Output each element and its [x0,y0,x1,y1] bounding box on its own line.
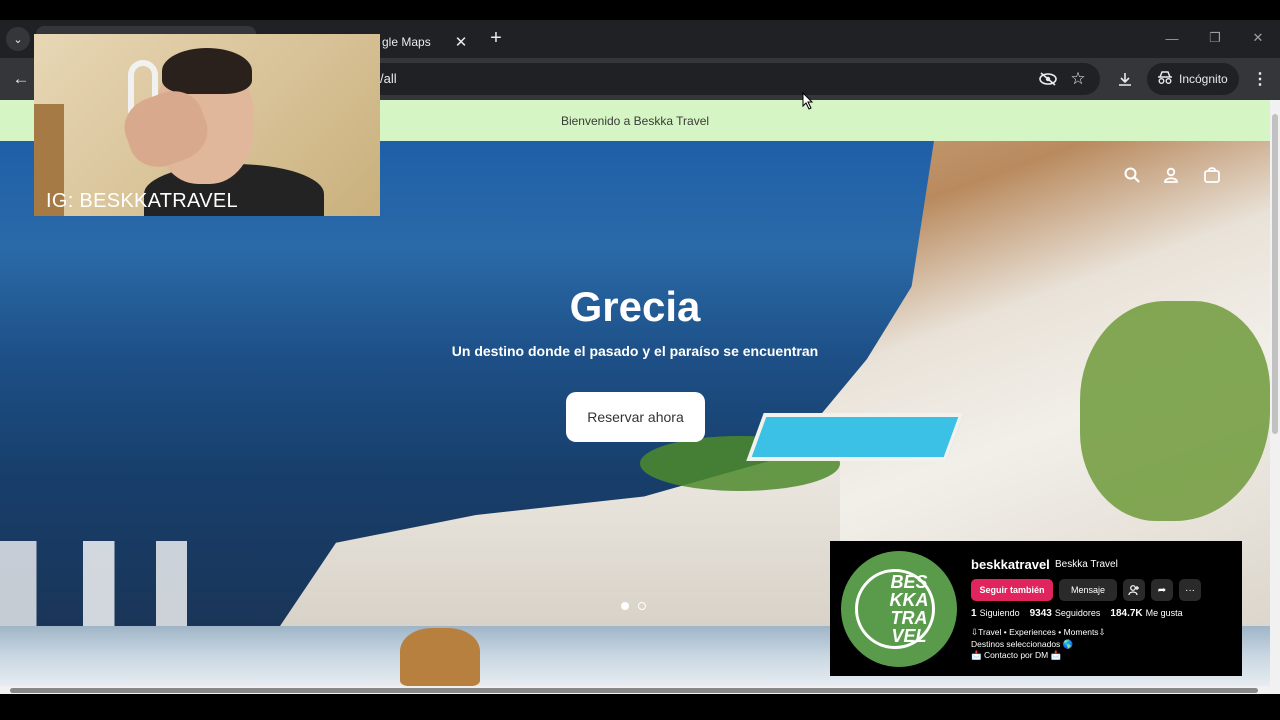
hero-tree-image [1080,301,1270,521]
horizontal-scroll-thumb[interactable] [10,688,1258,693]
carousel-dot-1[interactable] [621,602,629,610]
download-icon[interactable] [1114,68,1136,90]
tab-search-icon[interactable]: ⌄ [6,27,30,51]
giraffe-image [400,628,480,686]
more-vert-icon[interactable]: ⋮ [1250,68,1270,90]
message-button[interactable]: Mensaje [1059,579,1117,601]
eye-off-icon[interactable] [1037,68,1059,90]
add-user-icon[interactable] [1123,579,1145,601]
carousel-dot-2[interactable] [638,602,646,610]
book-now-button[interactable]: Reservar ahora [566,392,705,442]
share-icon[interactable]: ➦ [1151,579,1173,601]
profile-stats: 1 Siguiendo 9343 Seguidores 184.7K Me gusta [971,608,1183,619]
account-icon[interactable] [1159,163,1183,187]
webcam-person-hair [162,48,252,94]
incognito-label: Incógnito [1179,72,1228,86]
restore-icon[interactable]: ❐ [1203,26,1227,50]
screen-bottom-border [0,694,1280,720]
url-text[interactable]: /all [380,71,397,86]
announcement-text: Bienvenido a Beskka Travel [560,113,710,128]
search-icon[interactable] [1120,163,1144,187]
profile-logo: BES KKA TRA VEL [841,551,957,667]
bag-icon[interactable] [1200,163,1224,187]
logo-text: BES KKA TRA VEL [889,572,929,646]
stat-likes: 184.7K Me gusta [1110,608,1183,619]
hero-title: Grecia [569,283,701,330]
tab-label: gle Maps [382,35,431,49]
hero-boats-image [0,541,260,626]
bio-line: ⇩Travel • Experiences • Moments⇩ [971,627,1106,637]
follow-button[interactable]: Seguir también [971,579,1053,601]
incognito-badge[interactable]: Incógnito [1147,63,1239,95]
close-icon[interactable]: ✕ [452,33,470,51]
profile-bio: ⇩Travel • Experiences • Moments⇩ Destino… [971,627,1106,662]
window-close-icon[interactable]: ✕ [1246,26,1270,50]
mouse-cursor [802,91,814,115]
vertical-scroll-thumb[interactable] [1272,114,1278,434]
carousel-dots [621,602,646,610]
webcam-overlay: IG: BESKKATRAVEL [34,34,380,216]
incognito-icon [1157,70,1173,88]
stat-followers: 9343 Seguidores [1029,608,1101,619]
more-icon[interactable]: ··· [1179,579,1201,601]
hero-subtitle: Un destino donde el pasado y el paraíso … [451,343,819,359]
profile-username: beskkatravel [971,557,1050,572]
webcam-label: IG: BESKKATRAVEL [46,190,238,212]
bio-line: 📩 Contacto por DM 📩 [971,650,1062,660]
plus-icon[interactable]: + [485,27,507,49]
bio-line: Destinos seleccionados 🌎 [971,638,1074,649]
profile-display-name: Beskka Travel [1055,559,1118,570]
back-icon[interactable]: ← [8,66,34,92]
minimize-icon[interactable]: — [1160,26,1184,50]
star-icon[interactable]: ☆ [1067,68,1089,90]
stat-following: 1 Siguiendo [971,608,1020,619]
hero-pool-image [746,413,964,461]
instagram-profile-overlay: BES KKA TRA VEL beskkatravel Beskka Travel … [830,541,1242,676]
screen-top-border [0,0,1280,20]
